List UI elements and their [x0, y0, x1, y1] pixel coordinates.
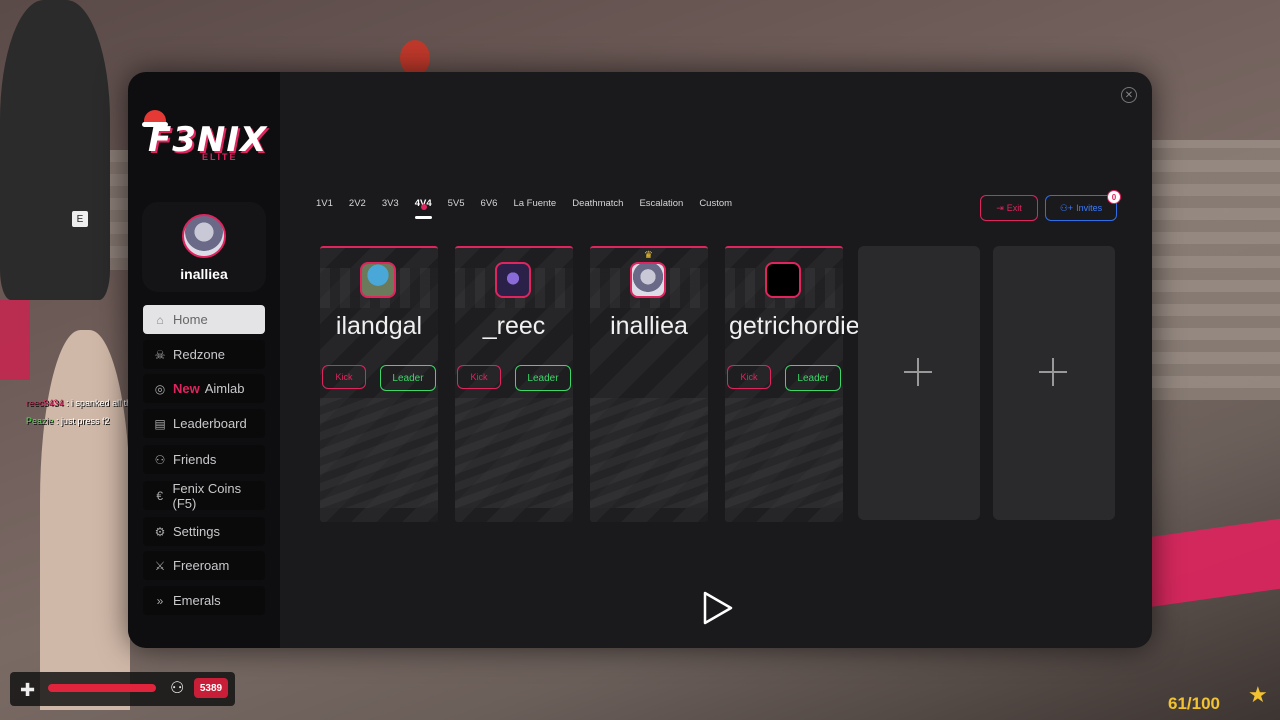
home-icon: ⌂: [156, 312, 164, 327]
background-character: [400, 40, 430, 76]
exit-icon: ⇥: [996, 202, 1004, 213]
sidebar-item-emerals[interactable]: » Emerals: [143, 586, 265, 615]
ammo-counter: 61/100: [1168, 694, 1220, 713]
tab-deathmatch[interactable]: Deathmatch: [572, 198, 623, 209]
make-leader-button[interactable]: Leader: [380, 365, 436, 391]
background-character: [40, 330, 130, 710]
swords-icon: ⚔: [154, 558, 166, 573]
profile-card[interactable]: inalliea: [142, 202, 266, 292]
card-watermark: [725, 398, 843, 508]
member-name: inalliea: [610, 312, 688, 340]
avatar: [495, 262, 531, 298]
add-user-icon: ⚇+: [1059, 202, 1074, 213]
plus-icon: [904, 358, 932, 386]
background-character: [0, 0, 110, 300]
tab-5v5[interactable]: 5V5: [448, 198, 465, 209]
exit-button[interactable]: ⇥ Exit: [980, 195, 1038, 221]
kick-button[interactable]: Kick: [457, 365, 501, 389]
play-icon: [703, 591, 733, 625]
sidebar-item-leaderboard[interactable]: ▤ Leaderboard: [143, 409, 265, 438]
make-leader-button[interactable]: Leader: [515, 365, 571, 391]
avatar: [630, 262, 666, 298]
avatar: [360, 262, 396, 298]
background-stairs-right: [1150, 140, 1280, 400]
kick-button[interactable]: Kick: [727, 365, 771, 389]
sidebar-item-friends[interactable]: ⚇ Friends: [143, 445, 265, 474]
close-button[interactable]: ✕: [1121, 87, 1137, 103]
make-leader-button[interactable]: Leader: [785, 365, 841, 391]
card-watermark: [455, 398, 573, 508]
sidebar-item-freeroam[interactable]: ⚔ Freeroam: [143, 551, 265, 580]
invites-button[interactable]: ⚇+ Invites: [1045, 195, 1117, 221]
tab-la-fuente[interactable]: La Fuente: [513, 198, 556, 209]
party-member-card: ♛ inalliea: [590, 246, 708, 522]
sidebar-item-home[interactable]: ⌂ Home: [143, 305, 265, 334]
crown-icon: ♛: [644, 250, 653, 261]
play-button[interactable]: [702, 590, 734, 626]
gear-icon: ⚙: [154, 524, 166, 539]
new-badge: New: [173, 381, 200, 396]
plus-icon: [1039, 358, 1067, 386]
party-member-card: _reec Kick Leader: [455, 246, 573, 522]
star-icon: ★: [1248, 682, 1268, 707]
empty-slot-card[interactable]: [858, 246, 980, 520]
sidebar-item-aimlab[interactable]: ◎ New Aimlab: [143, 374, 265, 403]
chevrons-right-icon: »: [156, 593, 164, 608]
chat-line: Peazie : just press f2: [26, 416, 110, 426]
tab-6v6[interactable]: 6V6: [481, 198, 498, 209]
profile-username: inalliea: [180, 266, 228, 282]
interact-key-prompt: E: [72, 211, 88, 227]
tab-3v3[interactable]: 3V3: [382, 198, 399, 209]
users-icon: ⚇: [154, 452, 166, 467]
target-icon: ◎: [154, 381, 166, 396]
health-icon: ✚: [20, 680, 36, 700]
tab-4v4[interactable]: 4V4: [414, 198, 432, 219]
skull-icon: ☠: [154, 347, 166, 362]
empty-slot-card[interactable]: [993, 246, 1115, 520]
sidebar-item-settings[interactable]: ⚙ Settings: [143, 517, 265, 546]
mode-tabs: 1V1 2V2 3V3 4V4 5V5 6V6 La Fuente Deathm…: [316, 198, 732, 219]
sidebar-item-fenix-coins[interactable]: € Fenix Coins (F5): [143, 481, 265, 511]
avatar: [765, 262, 801, 298]
health-bar: [48, 684, 156, 692]
party-member-card: getrichordieslime Kick Leader: [725, 246, 918, 522]
sidebar: F3NIX ELITE inalliea ⌂ Home ☠ Redzone ◎ …: [128, 72, 280, 648]
tab-2v2[interactable]: 2V2: [349, 198, 366, 209]
tab-1v1[interactable]: 1V1: [316, 198, 333, 209]
card-watermark: [590, 398, 708, 508]
kick-button[interactable]: Kick: [322, 365, 366, 389]
background-stripe-left: [0, 300, 30, 380]
lobby-panel: F3NIX ELITE inalliea ⌂ Home ☠ Redzone ◎ …: [128, 72, 1152, 648]
money-counter: 5389: [194, 678, 228, 698]
invites-count-badge: 0: [1107, 190, 1121, 204]
fenix-logo: F3NIX ELITE: [142, 110, 268, 166]
sidebar-item-redzone[interactable]: ☠ Redzone: [143, 340, 265, 369]
player-hud: ✚ ⚇ 5389: [10, 672, 235, 706]
avatar: [182, 214, 226, 258]
tab-custom[interactable]: Custom: [699, 198, 732, 209]
member-name: ilandgal: [335, 312, 423, 340]
card-watermark: [320, 398, 438, 508]
user-icon: ⚇: [170, 680, 185, 697]
euro-icon: €: [156, 488, 164, 503]
member-name: _reec: [482, 312, 546, 340]
tab-escalation[interactable]: Escalation: [639, 198, 683, 209]
party-member-card: ilandgal Kick Leader: [320, 246, 438, 522]
close-icon: ✕: [1124, 89, 1134, 101]
clipboard-icon: ▤: [154, 416, 166, 431]
